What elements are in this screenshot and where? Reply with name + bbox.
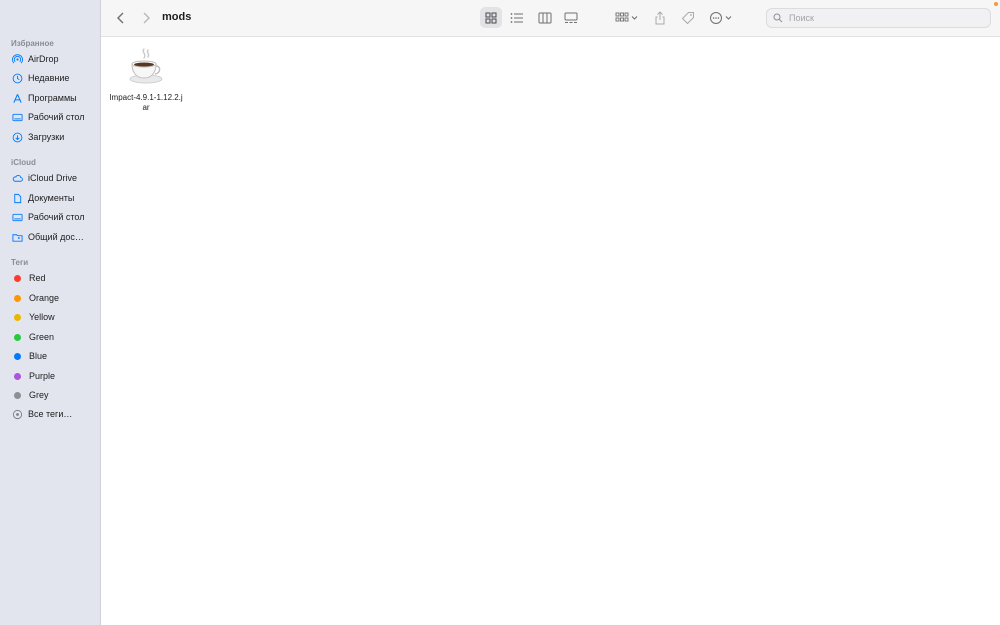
sidebar-item-label: Purple bbox=[29, 371, 56, 381]
sidebar-item-label: Yellow bbox=[29, 312, 55, 322]
document-icon bbox=[12, 193, 23, 204]
sidebar-tag-grey[interactable]: Grey bbox=[6, 386, 96, 404]
sidebar: Избранное AirDrop Недавние Программы Раб… bbox=[0, 0, 101, 625]
share-button[interactable] bbox=[651, 7, 669, 28]
sidebar-tag-purple[interactable]: Purple bbox=[6, 367, 96, 385]
sidebar-item-label: Документы bbox=[28, 193, 75, 203]
search-input[interactable] bbox=[787, 12, 981, 24]
sidebar-item-label: Недавние bbox=[28, 73, 70, 83]
sidebar-item-label: Blue bbox=[29, 351, 48, 361]
sidebar-item-shared[interactable]: Общий дос… bbox=[6, 228, 96, 246]
search-icon bbox=[773, 13, 783, 23]
share-icon bbox=[655, 10, 665, 24]
sidebar-item-label: Red bbox=[29, 273, 46, 283]
toolbar: mods bbox=[101, 0, 1000, 37]
clock-icon bbox=[12, 73, 23, 84]
download-icon bbox=[12, 132, 23, 143]
sidebar-item-label: Все теги… bbox=[28, 409, 73, 419]
sidebar-tag-red[interactable]: Red bbox=[6, 269, 96, 287]
desktop-icon bbox=[12, 212, 23, 223]
sidebar-item-label: AirDrop bbox=[28, 54, 59, 64]
tag-color-dot bbox=[14, 372, 21, 380]
sidebar-item-label: Общий дос… bbox=[28, 232, 84, 242]
shared-folder-icon bbox=[12, 232, 23, 243]
airdrop-icon bbox=[12, 53, 23, 65]
icon-view-button[interactable] bbox=[480, 7, 502, 28]
tag-color-dot bbox=[14, 274, 21, 282]
sidebar-item-downloads[interactable]: Загрузки bbox=[6, 128, 96, 146]
list-icon bbox=[510, 12, 523, 23]
sidebar-item-icloud-drive[interactable]: iCloud Drive bbox=[6, 169, 96, 187]
tag-color-dot bbox=[14, 313, 21, 321]
sidebar-item-applications[interactable]: Программы bbox=[6, 89, 96, 107]
sidebar-item-label: iCloud Drive bbox=[28, 173, 78, 183]
chevron-right-icon bbox=[143, 12, 150, 24]
sidebar-item-recents[interactable]: Недавние bbox=[6, 69, 96, 87]
group-grid-icon bbox=[615, 12, 638, 21]
window-title: mods bbox=[162, 11, 192, 23]
sidebar-item-airdrop[interactable]: AirDrop bbox=[6, 50, 96, 68]
more-actions-button[interactable] bbox=[708, 7, 736, 28]
tag-color-dot bbox=[14, 352, 21, 360]
sidebar-item-label: Grey bbox=[29, 390, 49, 400]
file-item[interactable]: Impact-4.9.1-1.12.2.jar bbox=[109, 45, 183, 113]
tag-color-dot bbox=[14, 391, 21, 399]
apps-icon bbox=[12, 93, 23, 104]
search-field[interactable] bbox=[766, 8, 991, 28]
sidebar-tag-yellow[interactable]: Yellow bbox=[6, 308, 96, 326]
sidebar-section-tags: Теги bbox=[11, 258, 29, 267]
recording-indicator bbox=[994, 2, 998, 6]
back-button[interactable] bbox=[113, 10, 129, 26]
sidebar-item-label: Orange bbox=[29, 293, 60, 303]
gallery-view-button[interactable] bbox=[560, 7, 582, 28]
sidebar-item-label: Программы bbox=[28, 93, 77, 103]
sidebar-item-icloud-desktop[interactable]: Рабочий стол bbox=[6, 208, 96, 226]
gallery-icon bbox=[564, 12, 578, 23]
tag-color-dot bbox=[14, 333, 21, 341]
sidebar-all-tags[interactable]: Все теги… bbox=[6, 405, 96, 423]
java-coffee-cup-icon bbox=[129, 48, 163, 84]
column-view-button[interactable] bbox=[534, 7, 556, 28]
file-browser-content: Impact-4.9.1-1.12.2.jar bbox=[101, 37, 1000, 625]
sidebar-item-desktop[interactable]: Рабочий стол bbox=[6, 108, 96, 126]
sidebar-item-label: Рабочий стол bbox=[28, 112, 85, 122]
forward-button[interactable] bbox=[138, 10, 154, 26]
ellipsis-circle-icon bbox=[710, 11, 732, 24]
sidebar-tag-blue[interactable]: Blue bbox=[6, 347, 96, 365]
desktop-icon bbox=[12, 112, 23, 123]
group-by-button[interactable] bbox=[613, 7, 641, 28]
list-view-button[interactable] bbox=[506, 7, 528, 28]
sidebar-item-label: Загрузки bbox=[28, 132, 65, 142]
sidebar-section-icloud: iCloud bbox=[11, 158, 36, 167]
sidebar-tag-green[interactable]: Green bbox=[6, 328, 96, 346]
file-name: Impact-4.9.1-1.12.2.jar bbox=[109, 93, 183, 112]
sidebar-item-label: Green bbox=[29, 332, 55, 342]
sidebar-item-label: Рабочий стол bbox=[28, 212, 85, 222]
tags-button[interactable] bbox=[678, 7, 698, 28]
tag-color-dot bbox=[14, 294, 21, 302]
columns-icon bbox=[538, 12, 552, 23]
grid-icon bbox=[485, 12, 497, 23]
sidebar-section-favorites: Избранное bbox=[11, 39, 54, 48]
sidebar-tag-orange[interactable]: Orange bbox=[6, 289, 96, 307]
tag-icon bbox=[681, 11, 694, 24]
sidebar-item-documents[interactable]: Документы bbox=[6, 189, 96, 207]
chevron-left-icon bbox=[117, 12, 124, 24]
all-tags-icon bbox=[12, 409, 23, 420]
cloud-icon bbox=[12, 173, 23, 184]
